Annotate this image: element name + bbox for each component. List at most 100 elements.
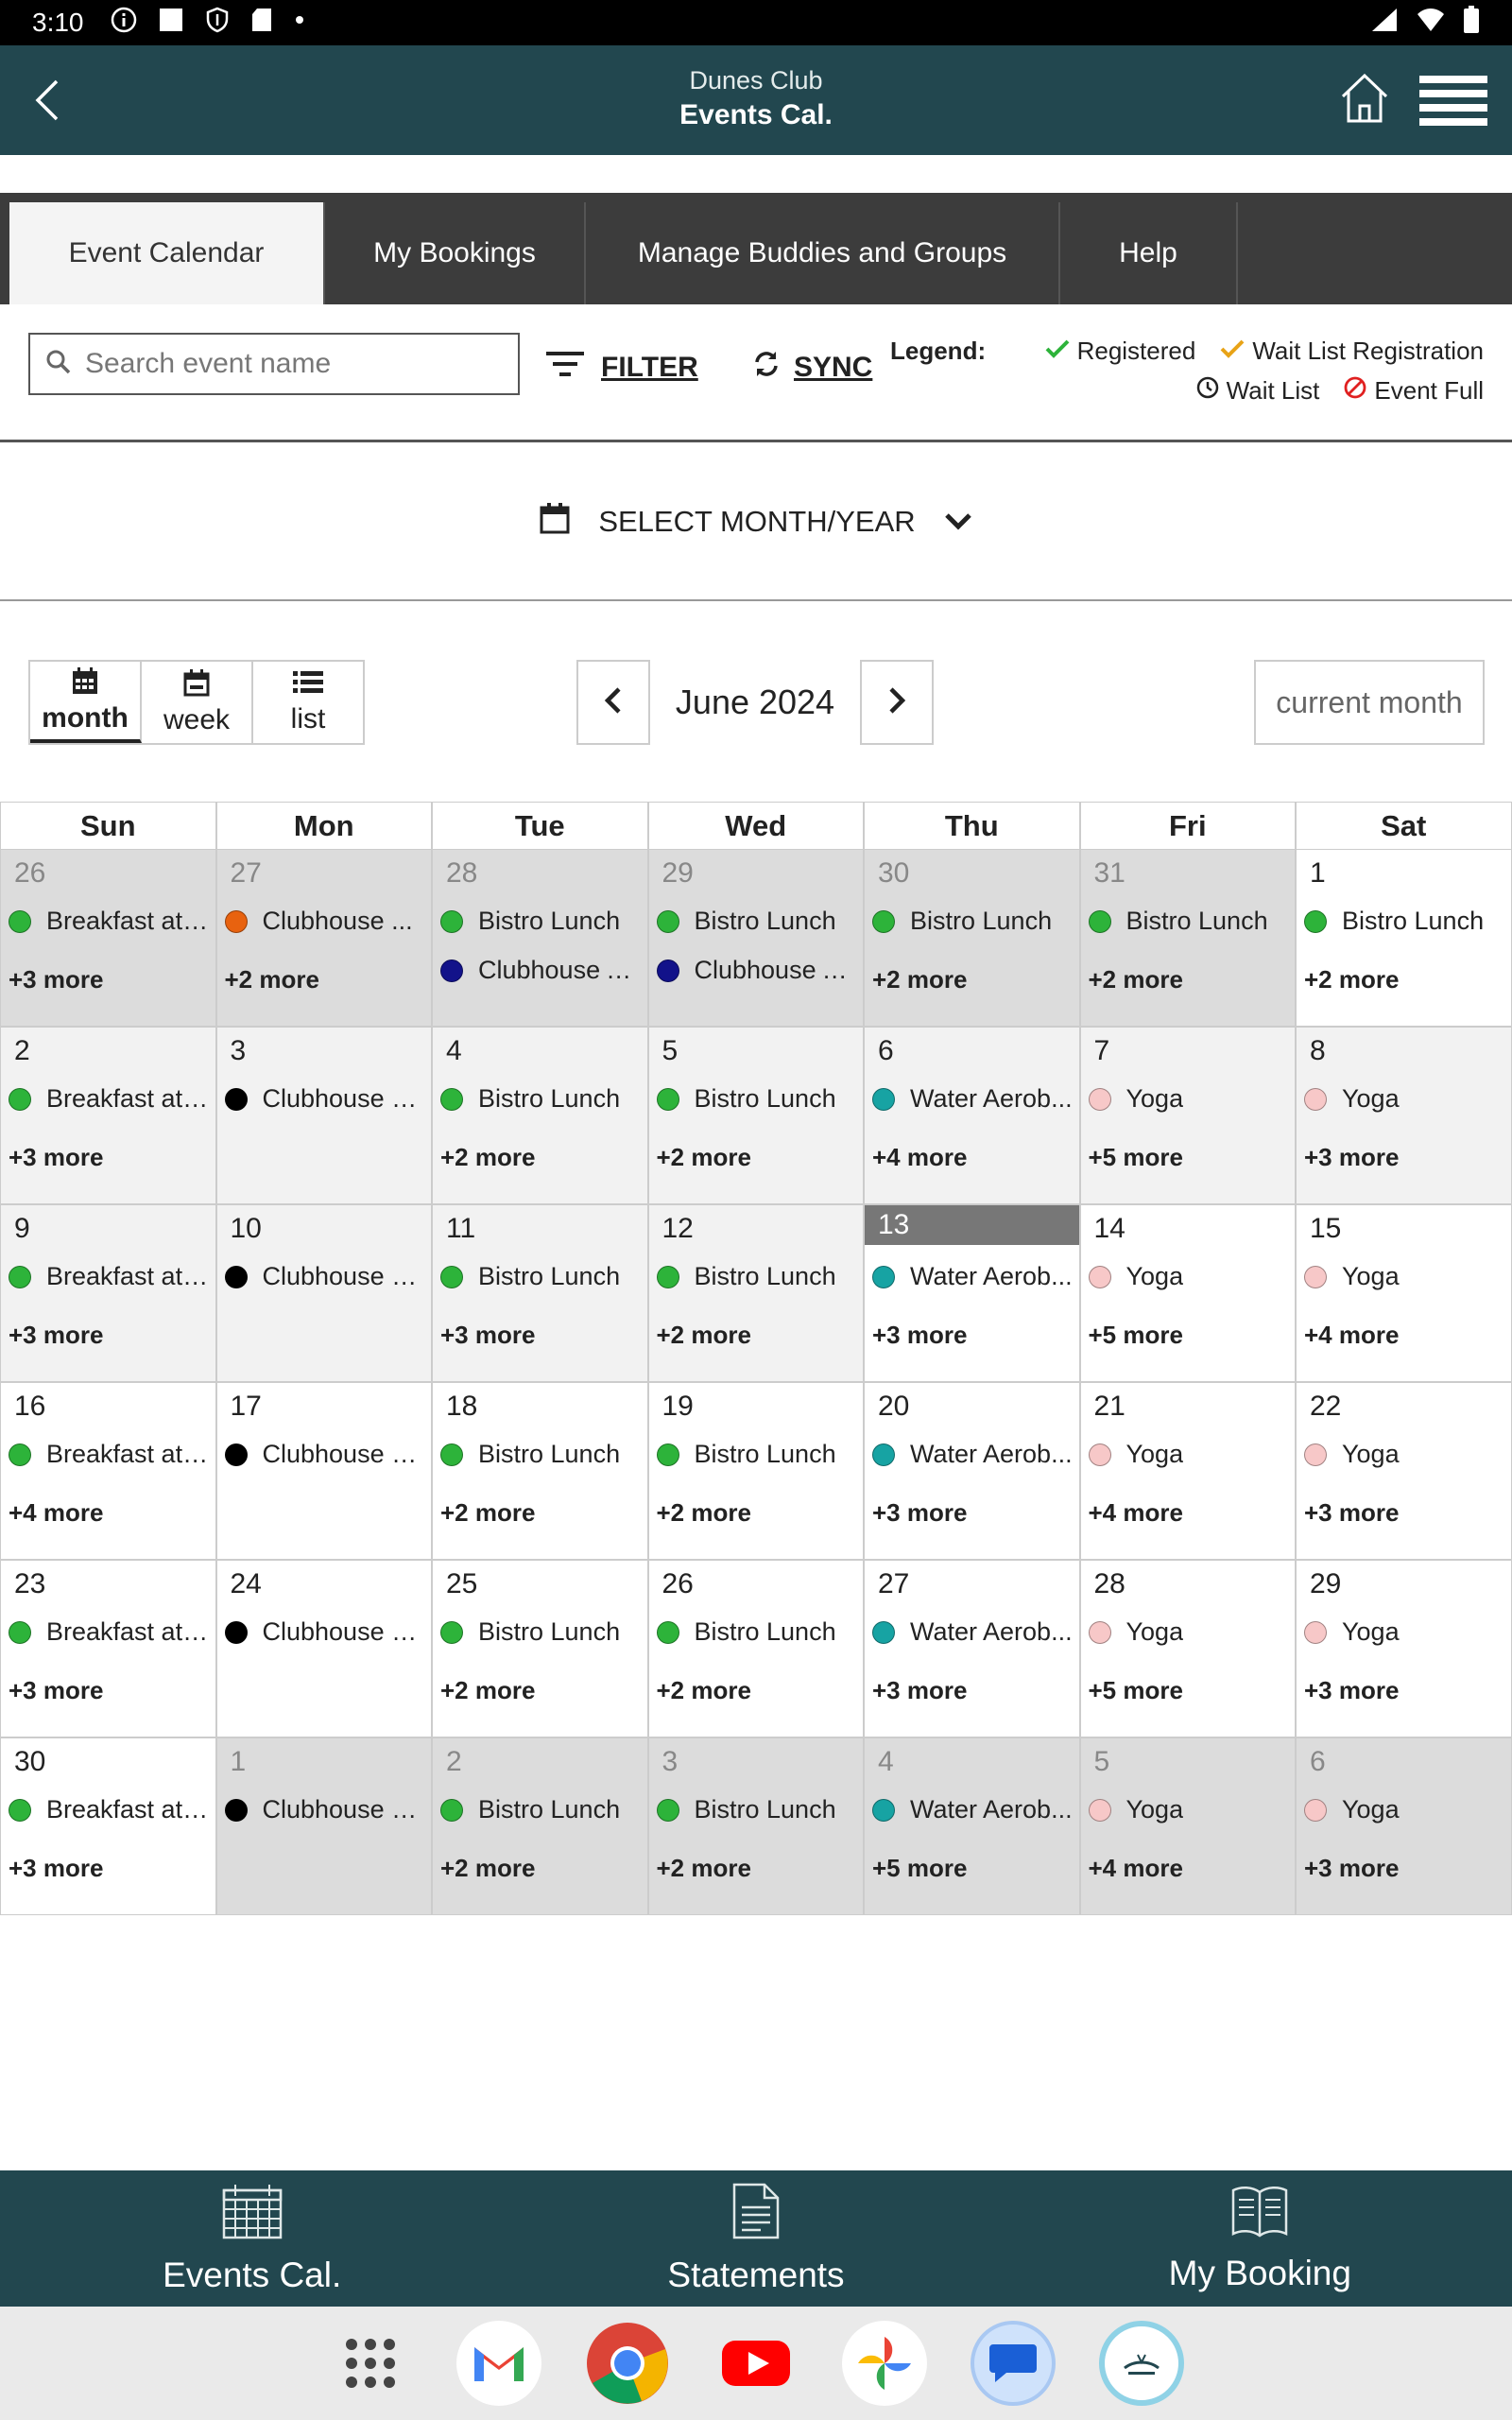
more-events-link[interactable]: +2 more: [440, 1498, 535, 1528]
day-number[interactable]: 4: [446, 1035, 462, 1067]
day-number[interactable]: 12: [662, 1213, 694, 1245]
hamburger-menu-icon[interactable]: [1419, 74, 1487, 127]
calendar-day-cell[interactable]: 19 Bistro Lunch +2 more: [647, 1382, 864, 1560]
search-input[interactable]: [83, 347, 499, 381]
day-number[interactable]: 18: [446, 1391, 477, 1423]
day-number[interactable]: 29: [662, 857, 694, 890]
day-number[interactable]: 5: [1094, 1746, 1110, 1778]
calendar-event[interactable]: Breakfast at ...: [9, 1262, 210, 1291]
calendar-day-cell[interactable]: 24 Clubhouse &...: [215, 1560, 432, 1737]
calendar-event[interactable]: Clubhouse &...: [224, 1795, 425, 1824]
calendar-day-cell[interactable]: 30 Breakfast at ... +3 more: [0, 1737, 216, 1915]
calendar-day-cell[interactable]: 26 Bistro Lunch +2 more: [647, 1560, 864, 1737]
day-number[interactable]: 27: [231, 857, 262, 890]
day-number[interactable]: 14: [1094, 1213, 1125, 1245]
calendar-day-cell[interactable]: 20 Water Aerob... +3 more: [864, 1382, 1080, 1560]
calendar-day-cell[interactable]: 4 Water Aerob... +5 more: [864, 1737, 1080, 1915]
tab-my-bookings[interactable]: My Bookings: [325, 202, 586, 304]
calendar-day-cell[interactable]: 26 Breakfast at ... +3 more: [0, 849, 216, 1027]
calendar-day-cell[interactable]: 18 Bistro Lunch +2 more: [432, 1382, 648, 1560]
calendar-day-cell[interactable]: 6 Yoga +3 more: [1296, 1737, 1512, 1915]
calendar-event[interactable]: Bistro Lunch: [872, 907, 1074, 936]
more-events-link[interactable]: +2 more: [440, 1854, 535, 1883]
calendar-event[interactable]: Yoga: [1304, 1795, 1505, 1824]
day-number[interactable]: 21: [1094, 1391, 1125, 1423]
calendar-day-cell[interactable]: 15 Yoga +4 more: [1296, 1204, 1512, 1382]
calendar-event[interactable]: Bistro Lunch: [1088, 907, 1290, 936]
more-events-link[interactable]: +4 more: [9, 1498, 103, 1528]
calendar-event[interactable]: Yoga: [1304, 1440, 1505, 1469]
select-month-year-dropdown[interactable]: SELECT MONTH/YEAR: [0, 444, 1512, 601]
calendar-event[interactable]: Water Aerob...: [872, 1262, 1074, 1291]
calendar-event[interactable]: Bistro Lunch: [440, 1262, 642, 1291]
calendar-day-cell[interactable]: 30 Bistro Lunch +2 more: [864, 849, 1080, 1027]
day-number[interactable]: 1: [231, 1746, 247, 1778]
dunes-club-app-icon[interactable]: [1099, 2321, 1184, 2406]
more-events-link[interactable]: +3 more: [9, 1321, 103, 1350]
calendar-event[interactable]: Bistro Lunch: [1304, 907, 1505, 936]
more-events-link[interactable]: +3 more: [872, 1676, 967, 1705]
day-number[interactable]: 7: [1094, 1035, 1110, 1067]
calendar-day-cell[interactable]: 14 Yoga +5 more: [1079, 1204, 1296, 1382]
chrome-icon[interactable]: [585, 2321, 670, 2406]
calendar-event[interactable]: Yoga: [1088, 1440, 1290, 1469]
sync-button[interactable]: SYNC: [752, 350, 872, 386]
calendar-event[interactable]: Bistro Lunch: [656, 1617, 858, 1647]
more-events-link[interactable]: +2 more: [657, 1498, 751, 1528]
more-events-link[interactable]: +3 more: [9, 1676, 103, 1705]
calendar-event[interactable]: Clubhouse A...: [440, 956, 642, 985]
day-number[interactable]: 30: [878, 857, 909, 890]
calendar-day-cell[interactable]: 8 Yoga +3 more: [1296, 1027, 1512, 1204]
more-events-link[interactable]: +3 more: [9, 1143, 103, 1172]
filter-button[interactable]: FILTER: [546, 350, 698, 386]
more-events-link[interactable]: +2 more: [657, 1321, 751, 1350]
calendar-day-cell-today[interactable]: 13 Water Aerob... +3 more: [864, 1204, 1080, 1382]
calendar-event[interactable]: Bistro Lunch: [656, 1795, 858, 1824]
bottom-nav-events-cal[interactable]: Events Cal.: [0, 2170, 504, 2307]
more-events-link[interactable]: +5 more: [872, 1854, 967, 1883]
calendar-event[interactable]: Breakfast at ...: [9, 1617, 210, 1647]
more-events-link[interactable]: +2 more: [440, 1143, 535, 1172]
calendar-event[interactable]: Bistro Lunch: [440, 1440, 642, 1469]
calendar-day-cell[interactable]: 22 Yoga +3 more: [1296, 1382, 1512, 1560]
more-events-link[interactable]: +2 more: [657, 1676, 751, 1705]
day-number[interactable]: 20: [878, 1391, 909, 1423]
calendar-event[interactable]: Clubhouse &...: [224, 1262, 425, 1291]
calendar-event[interactable]: Yoga: [1304, 1084, 1505, 1114]
calendar-event[interactable]: Yoga: [1304, 1617, 1505, 1647]
day-number[interactable]: 6: [1310, 1746, 1326, 1778]
calendar-day-cell[interactable]: 2 Breakfast at ... +3 more: [0, 1027, 216, 1204]
day-number[interactable]: 3: [662, 1746, 679, 1778]
day-number[interactable]: 2: [446, 1746, 462, 1778]
calendar-day-cell[interactable]: 4 Bistro Lunch +2 more: [432, 1027, 648, 1204]
day-number[interactable]: 8: [1310, 1035, 1326, 1067]
calendar-event[interactable]: Bistro Lunch: [656, 1440, 858, 1469]
more-events-link[interactable]: +5 more: [1089, 1321, 1183, 1350]
calendar-event[interactable]: Clubhouse &...: [224, 1084, 425, 1114]
more-events-link[interactable]: +5 more: [1089, 1676, 1183, 1705]
calendar-event[interactable]: Bistro Lunch: [656, 907, 858, 936]
calendar-event[interactable]: Water Aerob...: [872, 1084, 1074, 1114]
more-events-link[interactable]: +3 more: [440, 1321, 535, 1350]
calendar-day-cell[interactable]: 21 Yoga +4 more: [1079, 1382, 1296, 1560]
youtube-icon[interactable]: [713, 2321, 799, 2406]
calendar-day-cell[interactable]: 3 Clubhouse &...: [215, 1027, 432, 1204]
more-events-link[interactable]: +2 more: [1304, 965, 1399, 994]
calendar-event[interactable]: Water Aerob...: [872, 1440, 1074, 1469]
more-events-link[interactable]: +2 more: [1089, 965, 1183, 994]
more-events-link[interactable]: +3 more: [1304, 1676, 1399, 1705]
calendar-event[interactable]: Bistro Lunch: [440, 907, 642, 936]
calendar-day-cell[interactable]: 1 Clubhouse &...: [215, 1737, 432, 1915]
calendar-day-cell[interactable]: 1 Bistro Lunch +2 more: [1296, 849, 1512, 1027]
more-events-link[interactable]: +2 more: [225, 965, 319, 994]
day-number[interactable]: 11: [446, 1213, 475, 1245]
day-number[interactable]: 19: [662, 1391, 694, 1423]
tab-help[interactable]: Help: [1060, 202, 1238, 304]
day-number[interactable]: 25: [446, 1568, 477, 1600]
app-drawer-icon[interactable]: [328, 2321, 413, 2406]
bottom-nav-my-booking[interactable]: My Booking: [1008, 2170, 1512, 2307]
day-number[interactable]: 10: [231, 1213, 262, 1245]
day-number[interactable]: 29: [1310, 1568, 1341, 1600]
calendar-event[interactable]: Bistro Lunch: [440, 1084, 642, 1114]
list-view-button[interactable]: list: [253, 662, 363, 743]
